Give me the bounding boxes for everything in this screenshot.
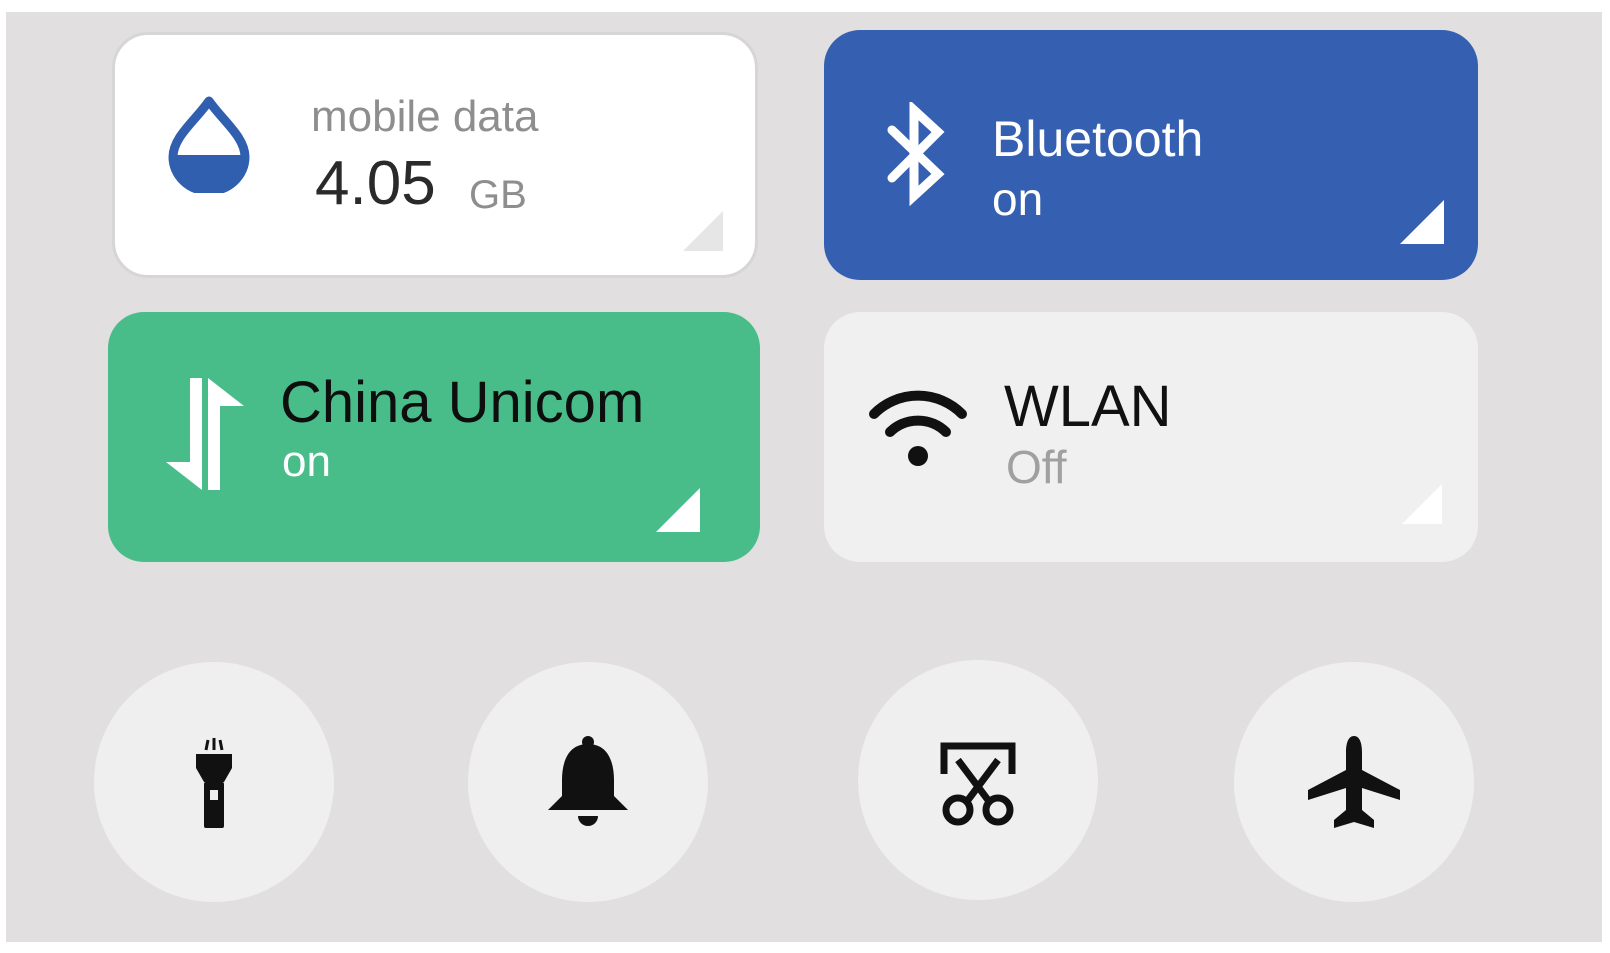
expand-corner-icon <box>1402 484 1442 524</box>
bluetooth-icon <box>886 99 946 207</box>
mobile-data-tile[interactable]: mobile data 4.05 GB <box>112 32 758 278</box>
screenshot-scissors-icon <box>928 730 1028 830</box>
wlan-tile[interactable]: WLAN Off <box>824 312 1478 562</box>
bluetooth-status: on <box>992 173 1044 225</box>
control-center-panel: mobile data 4.05 GB Bluetooth on China U… <box>6 12 1602 942</box>
cellular-data-tile[interactable]: China Unicom on <box>108 312 760 562</box>
mobile-data-label: mobile data <box>311 92 539 141</box>
water-drop-icon <box>167 95 251 196</box>
flashlight-icon <box>164 732 264 832</box>
mobile-data-unit: GB <box>469 173 527 217</box>
data-transfer-arrows-icon <box>164 374 248 494</box>
cellular-status: on <box>282 437 331 486</box>
expand-corner-icon <box>683 211 723 251</box>
cellular-carrier-label: China Unicom <box>280 370 645 435</box>
screenshot-button[interactable] <box>858 660 1098 900</box>
wlan-status: Off <box>1006 441 1067 493</box>
sound-button[interactable] <box>468 662 708 902</box>
bluetooth-label: Bluetooth <box>992 111 1204 167</box>
airplane-icon <box>1304 732 1404 832</box>
bluetooth-tile[interactable]: Bluetooth on <box>824 30 1478 280</box>
expand-corner-icon <box>656 488 700 532</box>
wlan-label: WLAN <box>1004 374 1172 439</box>
flashlight-button[interactable] <box>94 662 334 902</box>
airplane-mode-button[interactable] <box>1234 662 1474 902</box>
expand-corner-icon <box>1400 200 1444 244</box>
mobile-data-value: 4.05 <box>315 149 436 218</box>
bell-icon <box>538 732 638 832</box>
wifi-icon <box>868 384 968 468</box>
